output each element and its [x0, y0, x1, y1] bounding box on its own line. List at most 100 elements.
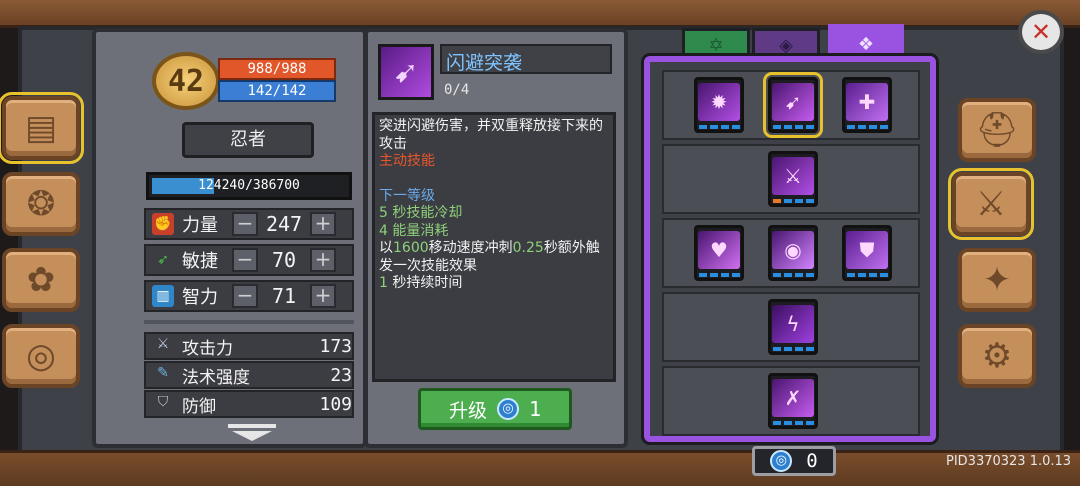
- rank-pip: [794, 347, 803, 351]
- rank-pips: [772, 125, 814, 129]
- decrease-strength-button[interactable]: −: [232, 212, 258, 236]
- rank-pip: [698, 273, 707, 277]
- heart-charm-icon: ♥: [698, 231, 740, 269]
- upgrade-button[interactable]: 升级 ◎ 1: [418, 388, 572, 430]
- rank-pips: [772, 273, 814, 277]
- effect-pre: 以: [379, 240, 393, 256]
- rank-pip: [783, 199, 792, 203]
- skill-node-burst[interactable]: ✹: [694, 77, 744, 133]
- attribute-row-intelligence: ▥ 智力 − 71 +: [144, 280, 354, 312]
- mp-bar: 142/142: [218, 80, 336, 102]
- rank-pip: [709, 125, 718, 129]
- burst-skill-icon: ✹: [698, 83, 740, 121]
- helmet-icon: ⛑: [975, 110, 1019, 150]
- talents-button[interactable]: ✦: [958, 248, 1036, 312]
- skill-node-daggers[interactable]: ⚔: [768, 151, 818, 207]
- skill-node-shield-up[interactable]: ⛊: [842, 225, 892, 281]
- rank-pips: [846, 273, 888, 277]
- rank-pip: [783, 273, 792, 277]
- cross-blades-icon: ✗: [772, 379, 814, 417]
- skill-point-gem-icon: ◎: [496, 398, 519, 420]
- rank-pip: [805, 125, 814, 129]
- settings-button[interactable]: ⚙: [958, 324, 1036, 388]
- attribute-value: 71: [271, 284, 297, 308]
- rank-pip: [772, 421, 781, 425]
- stat-value: 173: [319, 335, 352, 357]
- equipment-button[interactable]: ⛑: [958, 98, 1036, 162]
- stat-value: 23: [330, 364, 352, 386]
- skill-point-gem-icon: ◎: [770, 450, 793, 472]
- skill-rank: 0/4: [444, 82, 470, 98]
- upgrade-label: 升级: [448, 399, 487, 422]
- dodge-strike-skill-icon: ➹: [772, 83, 814, 121]
- stat-row-spell-power: ✎ 法术强度 23: [144, 361, 354, 389]
- shield-icon: ⛉: [157, 394, 169, 410]
- book-icon: ▤: [24, 108, 58, 148]
- skill-points-counter: ◎ 0: [752, 446, 836, 476]
- skill-node-dodge-strike[interactable]: ➹: [763, 72, 823, 138]
- skill-node-charm[interactable]: ♥: [694, 225, 744, 281]
- paw-icon: ✿: [26, 260, 56, 300]
- class-name: 忍者: [182, 122, 314, 158]
- map-button[interactable]: ❂: [2, 172, 80, 236]
- dodge-strike-skill-icon: ➹: [378, 44, 434, 100]
- attribute-label: 力量: [182, 215, 218, 236]
- rank-pip: [846, 273, 855, 277]
- rank-pip: [783, 347, 792, 351]
- rank-pip: [709, 273, 718, 277]
- summon-circle-icon: ◉: [772, 231, 814, 269]
- lightning-slash-icon: ϟ: [772, 305, 814, 343]
- increase-agility-button[interactable]: +: [310, 248, 336, 272]
- rank-pip: [731, 125, 740, 129]
- skill-node-cross-blades[interactable]: ✗: [768, 373, 818, 429]
- duration-line: 1 秒持续时间: [379, 275, 613, 293]
- scroll-down-icon[interactable]: [228, 424, 276, 442]
- skill-desc-text: 突进闪避伤害，并双重释放接下来的攻击: [379, 118, 603, 152]
- rank-pip: [846, 125, 855, 129]
- skill-node-summon-circle[interactable]: ◉: [768, 225, 818, 281]
- skill-node-heal[interactable]: ✚: [842, 77, 892, 133]
- skill-description: 突进闪避伤害，并双重释放接下来的攻击 主动技能 下一等级 5 秒技能冷却 4 能…: [379, 118, 613, 293]
- decrease-intelligence-button[interactable]: −: [232, 284, 258, 308]
- daggers-skill-icon: ⚔: [772, 157, 814, 195]
- effect-time: 0.25: [512, 240, 544, 256]
- rank-pip: [879, 125, 888, 129]
- feather-icon: ➶: [157, 252, 169, 268]
- skill-node-lightning[interactable]: ϟ: [768, 299, 818, 355]
- rank-pip: [805, 421, 814, 425]
- vehicle-button[interactable]: ◎: [2, 324, 80, 388]
- rank-pip: [805, 273, 814, 277]
- next-level-header: 下一等级: [379, 187, 435, 204]
- wood-frame-top: [0, 0, 1080, 28]
- increase-strength-button[interactable]: +: [310, 212, 336, 236]
- effect-line: 以1600移动速度冲刺0.25秒额外触发一次技能效果: [379, 240, 613, 275]
- attribute-value: 70: [271, 248, 297, 272]
- rank-pip: [879, 273, 888, 277]
- hp-bar: 988/988: [218, 58, 336, 80]
- stat-label: 攻击力: [182, 338, 233, 359]
- cooldown-value: 5: [379, 205, 388, 221]
- decrease-agility-button[interactable]: −: [232, 248, 258, 272]
- rank-pip: [772, 125, 781, 129]
- rank-pip: [794, 273, 803, 277]
- rank-pips: [772, 421, 814, 425]
- scroll-icon: ❂: [26, 184, 56, 224]
- rank-pip: [857, 273, 866, 277]
- energy-value: 4: [379, 222, 388, 239]
- wood-frame-bottom: [0, 450, 1080, 486]
- duration-text: 秒持续时间: [387, 275, 463, 291]
- close-button[interactable]: ✕: [1018, 10, 1064, 54]
- diamond-icon: ◈: [779, 35, 793, 56]
- pets-button[interactable]: ✿: [2, 248, 80, 312]
- rank-pip: [794, 125, 803, 129]
- cooldown-line: 5 秒技能冷却: [379, 205, 613, 223]
- rank-pip: [794, 421, 803, 425]
- rank-pips: [772, 199, 814, 203]
- sword-icon: ⚔: [156, 336, 170, 352]
- codex-button[interactable]: ▤: [0, 92, 84, 164]
- stat-row-defense: ⛉ 防御 109: [144, 390, 354, 418]
- xp-bar: 124240/386700: [146, 172, 352, 200]
- skills-button[interactable]: ⚔: [948, 168, 1034, 240]
- increase-intelligence-button[interactable]: +: [310, 284, 336, 308]
